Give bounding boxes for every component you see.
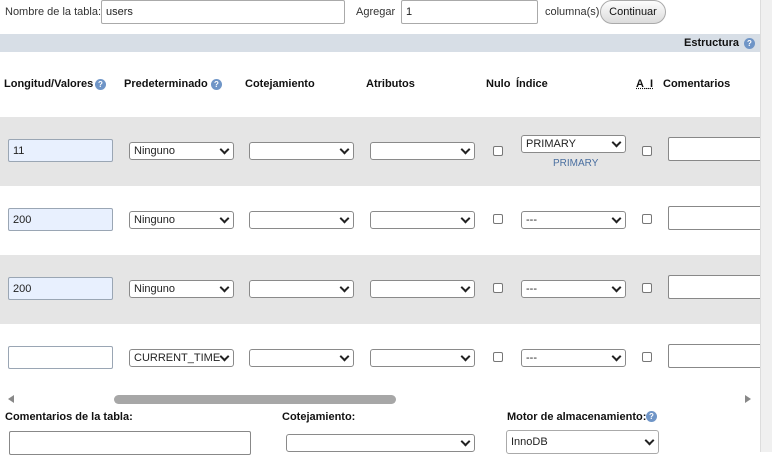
index-note: PRIMARY bbox=[553, 158, 599, 169]
attributes-select[interactable] bbox=[370, 211, 475, 229]
structure-label: Estructura bbox=[684, 37, 740, 49]
default-select[interactable]: Ninguno bbox=[129, 211, 234, 229]
table-collation-select[interactable] bbox=[286, 434, 475, 452]
chevron-down-icon bbox=[460, 436, 471, 447]
collation-select[interactable] bbox=[249, 280, 354, 298]
vertical-scrollbar[interactable] bbox=[760, 0, 772, 452]
add-label: Agregar bbox=[356, 6, 396, 18]
structure-bar: Estructura ? bbox=[0, 34, 760, 52]
table-name-input[interactable] bbox=[101, 0, 345, 24]
table-row: 200 Ninguno --- bbox=[0, 186, 768, 255]
null-checkbox[interactable] bbox=[493, 214, 503, 224]
table-comments-label: Comentarios de la tabla: bbox=[5, 411, 133, 423]
table-row: 11 Ninguno PRIMARY PRIMARY bbox=[0, 117, 768, 186]
index-select[interactable]: --- bbox=[521, 280, 626, 298]
table-row: CURRENT_TIME --- bbox=[0, 324, 768, 393]
scroll-left-icon[interactable] bbox=[8, 395, 14, 403]
header-attributes: Atributos bbox=[366, 78, 415, 90]
help-icon[interactable]: ? bbox=[211, 79, 222, 90]
header-auto-increment: A_I bbox=[636, 78, 654, 90]
auto-increment-checkbox[interactable] bbox=[642, 214, 652, 224]
length-input[interactable]: 200 bbox=[8, 277, 113, 300]
auto-increment-checkbox[interactable] bbox=[642, 283, 652, 293]
collation-select[interactable] bbox=[249, 211, 354, 229]
attributes-select[interactable] bbox=[370, 349, 475, 367]
storage-engine-select[interactable]: InnoDB bbox=[506, 430, 659, 454]
auto-increment-checkbox[interactable] bbox=[642, 352, 652, 362]
chevron-down-icon bbox=[219, 282, 230, 293]
index-select[interactable]: --- bbox=[521, 349, 626, 367]
comments-input[interactable] bbox=[668, 137, 768, 161]
comments-input[interactable] bbox=[668, 206, 768, 230]
null-checkbox[interactable] bbox=[493, 283, 503, 293]
help-icon[interactable]: ? bbox=[646, 411, 657, 422]
header-length-values: Longitud/Valores bbox=[4, 78, 94, 90]
scrollbar-thumb[interactable] bbox=[114, 395, 396, 404]
comments-input[interactable] bbox=[668, 275, 768, 299]
chevron-down-icon bbox=[460, 351, 471, 362]
columns-label: columna(s) bbox=[545, 6, 600, 18]
index-select[interactable]: --- bbox=[521, 211, 626, 229]
default-select[interactable]: Ninguno bbox=[129, 280, 234, 298]
chevron-down-icon bbox=[219, 213, 230, 224]
chevron-down-icon bbox=[339, 213, 350, 224]
collation-select[interactable] bbox=[249, 142, 354, 160]
add-columns-input[interactable] bbox=[401, 0, 538, 24]
chevron-down-icon bbox=[460, 144, 471, 155]
comments-input[interactable] bbox=[668, 344, 768, 368]
chevron-down-icon bbox=[339, 144, 350, 155]
scroll-right-icon[interactable] bbox=[745, 395, 751, 403]
chevron-down-icon bbox=[460, 213, 471, 224]
auto-increment-checkbox[interactable] bbox=[642, 146, 652, 156]
table-name-label: Nombre de la tabla: bbox=[5, 6, 101, 18]
chevron-down-icon bbox=[611, 351, 622, 362]
header-comments: Comentarios bbox=[663, 78, 731, 90]
chevron-down-icon bbox=[219, 351, 230, 362]
table-row: 200 Ninguno --- bbox=[0, 255, 768, 324]
chevron-down-icon bbox=[339, 351, 350, 362]
storage-engine-label: Motor de almacenamiento: bbox=[507, 411, 647, 423]
null-checkbox[interactable] bbox=[493, 146, 503, 156]
length-input[interactable] bbox=[8, 346, 113, 369]
attributes-select[interactable] bbox=[370, 142, 475, 160]
chevron-down-icon bbox=[644, 435, 655, 446]
header-default: Predeterminado bbox=[124, 78, 208, 90]
header-null: Nulo bbox=[486, 78, 511, 90]
null-checkbox[interactable] bbox=[493, 352, 503, 362]
header-index: Índice bbox=[516, 78, 548, 90]
header-collation: Cotejamiento bbox=[245, 78, 315, 90]
help-icon[interactable]: ? bbox=[95, 79, 106, 90]
chevron-down-icon bbox=[611, 137, 622, 148]
help-icon[interactable]: ? bbox=[744, 38, 755, 49]
table-comments-input[interactable] bbox=[9, 431, 251, 455]
default-select[interactable]: CURRENT_TIME bbox=[129, 349, 234, 367]
chevron-down-icon bbox=[219, 144, 230, 155]
length-input[interactable]: 200 bbox=[8, 208, 113, 231]
collation-select[interactable] bbox=[249, 349, 354, 367]
chevron-down-icon bbox=[339, 282, 350, 293]
chevron-down-icon bbox=[611, 282, 622, 293]
chevron-down-icon bbox=[611, 213, 622, 224]
collation-label: Cotejamiento: bbox=[282, 411, 356, 423]
attributes-select[interactable] bbox=[370, 280, 475, 298]
chevron-down-icon bbox=[460, 282, 471, 293]
continue-button[interactable]: Continuar bbox=[600, 0, 666, 24]
length-input[interactable]: 11 bbox=[8, 139, 113, 162]
index-select[interactable]: PRIMARY bbox=[521, 135, 626, 153]
default-select[interactable]: Ninguno bbox=[129, 142, 234, 160]
